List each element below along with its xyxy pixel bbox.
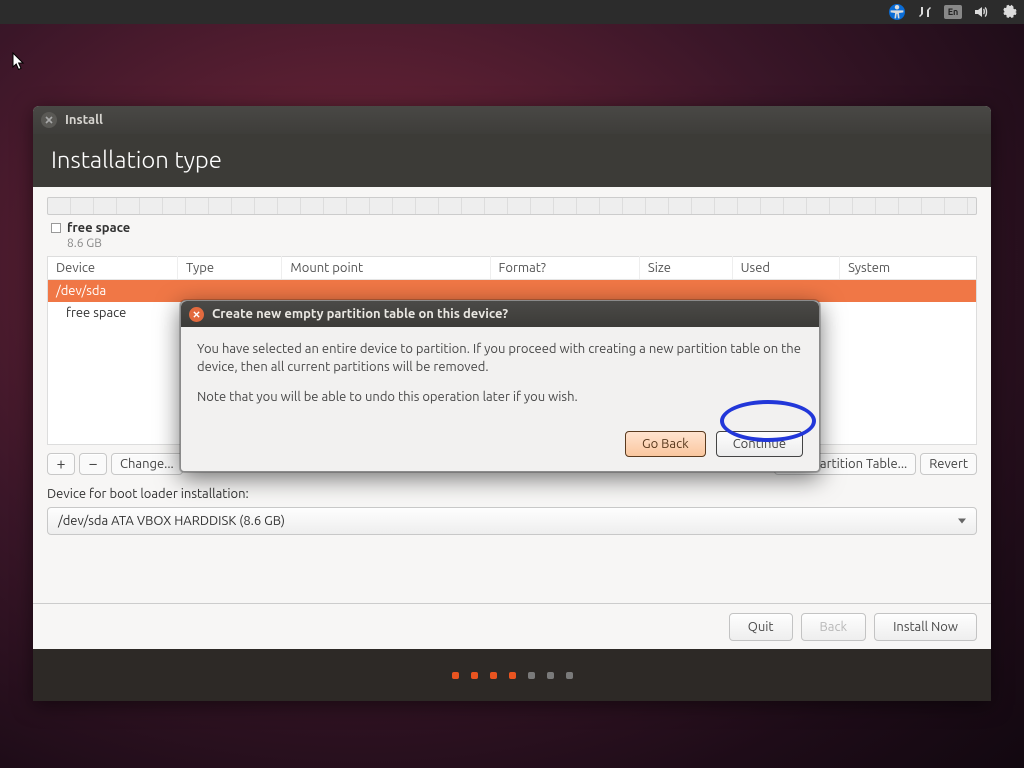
- language-indicator[interactable]: En: [944, 3, 962, 21]
- remove-partition-button[interactable]: −: [79, 453, 107, 475]
- dialog-text-2: Note that you will be able to undo this …: [197, 389, 803, 407]
- legend-name: free space: [67, 221, 130, 235]
- close-icon[interactable]: [189, 307, 204, 322]
- disk-legend: free space: [51, 221, 977, 235]
- window-footer: Quit Back Install Now: [33, 603, 991, 649]
- bootloader-value: /dev/sda ATA VBOX HARDDISK (8.6 GB): [58, 514, 285, 528]
- gear-icon[interactable]: [1000, 3, 1018, 21]
- revert-button[interactable]: Revert: [920, 453, 977, 475]
- col-format[interactable]: Format?: [490, 257, 639, 280]
- go-back-button[interactable]: Go Back: [625, 431, 706, 457]
- change-partition-button[interactable]: Change...: [111, 453, 183, 475]
- dialog-titlebar: Create new empty partition table on this…: [181, 301, 819, 327]
- close-icon[interactable]: [41, 112, 57, 128]
- window-titlebar: Install: [33, 106, 991, 134]
- col-device[interactable]: Device: [48, 257, 178, 280]
- cell-device: /dev/sda: [48, 280, 977, 303]
- col-mountpoint[interactable]: Mount point: [282, 257, 490, 280]
- window-header: Installation type: [33, 134, 991, 187]
- legend-swatch-icon: [51, 223, 61, 233]
- pager-dot[interactable]: [452, 672, 459, 679]
- mouse-cursor-icon: [12, 52, 26, 72]
- confirm-dialog: Create new empty partition table on this…: [180, 300, 820, 472]
- network-icon[interactable]: [916, 3, 934, 21]
- pager-dot[interactable]: [547, 672, 554, 679]
- col-type[interactable]: Type: [177, 257, 281, 280]
- install-now-button[interactable]: Install Now: [874, 613, 977, 641]
- top-menubar: En: [0, 0, 1024, 24]
- dialog-text-1: You have selected an entire device to pa…: [197, 341, 803, 377]
- dialog-footer: Go Back Continue: [181, 431, 819, 471]
- pager-dot[interactable]: [566, 672, 573, 679]
- pager-dot[interactable]: [471, 672, 478, 679]
- table-row[interactable]: /dev/sda: [48, 280, 977, 303]
- continue-button[interactable]: Continue: [716, 431, 803, 457]
- pager-dot[interactable]: [509, 672, 516, 679]
- dialog-body: You have selected an entire device to pa…: [181, 327, 819, 431]
- page-heading: Installation type: [51, 146, 973, 173]
- col-size[interactable]: Size: [639, 257, 732, 280]
- pager-dot[interactable]: [528, 672, 535, 679]
- quit-button[interactable]: Quit: [729, 613, 793, 641]
- bootloader-select[interactable]: /dev/sda ATA VBOX HARDDISK (8.6 GB): [47, 507, 977, 535]
- dialog-title: Create new empty partition table on this…: [212, 307, 508, 321]
- window-title: Install: [65, 113, 103, 127]
- legend-size: 8.6 GB: [67, 237, 977, 250]
- table-header-row: Device Type Mount point Format? Size Use…: [48, 257, 977, 280]
- sound-icon[interactable]: [972, 3, 990, 21]
- col-system[interactable]: System: [840, 257, 977, 280]
- bootloader-label: Device for boot loader installation:: [47, 487, 977, 501]
- add-partition-button[interactable]: +: [47, 453, 75, 475]
- col-used[interactable]: Used: [732, 257, 839, 280]
- accessibility-icon[interactable]: [888, 3, 906, 21]
- disk-usage-bar: [47, 197, 977, 215]
- pager-dot[interactable]: [490, 672, 497, 679]
- pager-dots: [33, 649, 991, 701]
- back-button[interactable]: Back: [801, 613, 867, 641]
